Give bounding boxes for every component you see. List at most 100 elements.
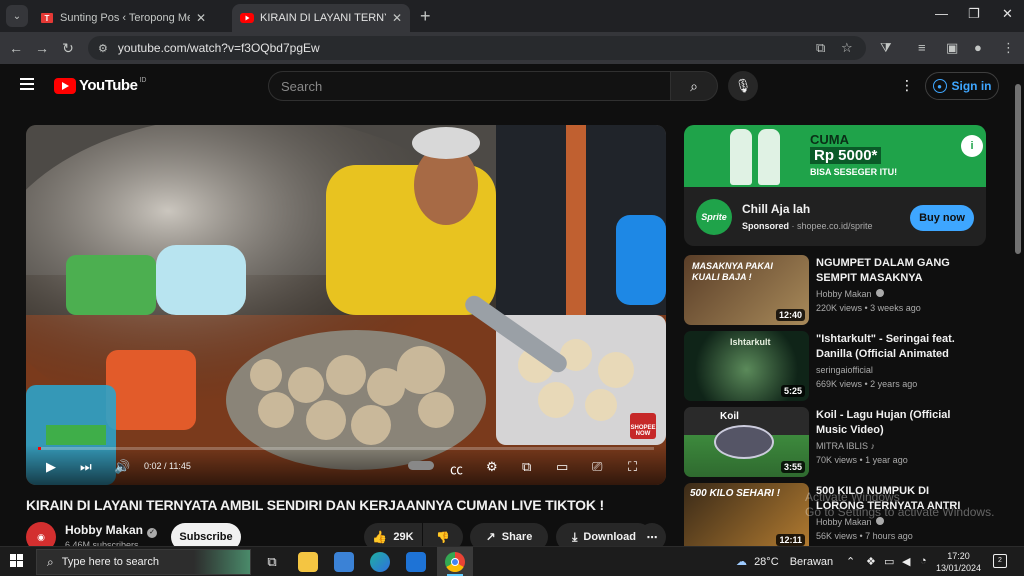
tray-app-icon[interactable]: ❖ bbox=[866, 555, 876, 568]
profile-icon[interactable]: ● bbox=[974, 40, 982, 55]
restore-icon[interactable]: ❐ bbox=[968, 6, 980, 22]
weather-condition: Berawan bbox=[789, 556, 834, 568]
url-text: youtube.com/watch?v=f3OQbd7pgEw bbox=[117, 41, 320, 55]
recommendation-item[interactable]: Koil 3:55 Koil - Lagu Hujan (Official Mu… bbox=[684, 407, 1004, 479]
progress-bar[interactable] bbox=[38, 447, 654, 450]
search-input[interactable]: Search bbox=[268, 71, 670, 101]
edge-browser-icon[interactable] bbox=[370, 552, 390, 572]
ad-info-icon[interactable]: i bbox=[961, 135, 983, 157]
settings-gear-icon[interactable]: ⚙ bbox=[486, 459, 498, 475]
tray-chevron-up-icon[interactable]: ⌃ bbox=[846, 555, 855, 568]
sprite-bottle-icon bbox=[730, 129, 752, 185]
buy-now-button[interactable]: Buy now bbox=[910, 205, 974, 231]
account-icon: ● bbox=[932, 79, 947, 93]
fullscreen-icon[interactable]: ⛶ bbox=[628, 459, 637, 475]
network-icon[interactable]: ◔ bbox=[920, 555, 927, 567]
voice-search-button[interactable]: 🎙 bbox=[728, 71, 758, 101]
ad-title: Chill Aja lah bbox=[742, 202, 811, 216]
taskbar-search-box[interactable]: ⌕ Type here to search bbox=[36, 549, 251, 575]
notification-center-icon[interactable]: 2 bbox=[993, 554, 1007, 568]
youtube-logo[interactable]: YouTube ID bbox=[54, 77, 146, 94]
battery-icon[interactable]: ▭ bbox=[884, 555, 894, 568]
captions-icon[interactable]: ㏄ bbox=[450, 459, 463, 478]
settings-kebab-icon[interactable]: ⋮ bbox=[900, 77, 914, 94]
search-button[interactable]: ⌕ bbox=[670, 71, 718, 101]
extensions-icon[interactable]: ⧩ bbox=[880, 40, 892, 56]
video-title: KIRAIN DI LAYANI TERNYATA AMBIL SENDIRI … bbox=[26, 497, 604, 513]
media-queue-icon[interactable]: ≡ bbox=[918, 40, 926, 55]
address-bar[interactable]: ⚙ youtube.com/watch?v=f3OQbd7pgEw ⧉ ☆ bbox=[88, 36, 866, 60]
bookmark-star-icon[interactable]: ☆ bbox=[841, 36, 853, 60]
browser-tab-strip: ⌄ T Sunting Pos ‹ Teropong Media — ✕ KIR… bbox=[0, 0, 1024, 32]
thumbs-up-icon: 👍 bbox=[372, 530, 388, 544]
search-highlight-image bbox=[194, 550, 250, 574]
like-count: 29K bbox=[393, 531, 414, 543]
reload-icon[interactable]: ↻ bbox=[55, 40, 81, 57]
page-scrollbar[interactable] bbox=[1012, 64, 1024, 546]
play-icon[interactable]: ▶ bbox=[46, 459, 56, 475]
volume-icon[interactable]: 🔊 bbox=[114, 459, 130, 475]
back-icon[interactable]: ← bbox=[3, 40, 29, 56]
close-window-icon[interactable]: ✕ bbox=[1002, 6, 1013, 22]
autoplay-toggle[interactable] bbox=[408, 461, 434, 470]
scrollbar-thumb[interactable] bbox=[1015, 84, 1021, 254]
task-view-icon[interactable]: ⧉ bbox=[262, 552, 282, 572]
system-clock[interactable]: 17:20 13/01/2024 bbox=[936, 550, 981, 574]
teropong-favicon-icon: T bbox=[41, 13, 53, 23]
minimize-icon[interactable]: — bbox=[935, 6, 948, 21]
recommendation-thumbnail[interactable]: 500 KILO SEHARI ! 12:11 bbox=[684, 483, 809, 546]
channel-name-row[interactable]: Hobby Makan ✓ bbox=[65, 523, 158, 538]
recommendation-item[interactable]: Ishtarkult 5:25 "Ishtarkult" - Seringai … bbox=[684, 331, 1004, 403]
close-tab-icon[interactable]: ✕ bbox=[392, 11, 402, 25]
browser-tab-2[interactable]: KIRAIN DI LAYANI TERNYATA AM ✕ bbox=[232, 4, 410, 32]
youtube-play-icon bbox=[54, 77, 76, 94]
next-icon[interactable]: ⏭ bbox=[80, 459, 92, 475]
video-duration: 5:25 bbox=[780, 385, 805, 397]
volume-tray-icon[interactable]: ◀ bbox=[902, 555, 910, 568]
forward-icon[interactable]: → bbox=[29, 40, 55, 56]
new-tab-icon[interactable]: + bbox=[420, 6, 431, 27]
cast-icon[interactable]: ⎚ bbox=[592, 459, 602, 475]
share-arrow-icon: ↗ bbox=[485, 530, 496, 544]
side-panel-icon[interactable]: ▣ bbox=[946, 40, 958, 56]
tab-search-button[interactable]: ⌄ bbox=[6, 5, 28, 27]
recommendation-channel: MITRA IBLIS ♪ bbox=[816, 441, 876, 451]
hamburger-menu-icon[interactable] bbox=[20, 78, 34, 90]
microsoft-store-icon[interactable] bbox=[334, 552, 354, 572]
recommendation-item[interactable]: MASAKNYA PAKAI KUALI BAJA ! 12:40 NGUMPE… bbox=[684, 255, 1004, 327]
share-label: Share bbox=[501, 531, 533, 543]
sponsored-ad-card[interactable]: CUMA Rp 5000* BISA SESEGER ITU! i Sprite… bbox=[684, 125, 986, 246]
miniplayer-icon[interactable]: ⧉ bbox=[522, 459, 531, 475]
video-duration: 12:11 bbox=[776, 534, 805, 546]
youtube-favicon-icon bbox=[240, 13, 254, 23]
taskbar-search-text: Type here to search bbox=[61, 556, 159, 568]
youtube-header: YouTube ID Search ⌕ 🎙 ⋮ ● Sign in bbox=[0, 64, 1024, 108]
browser-menu-icon[interactable]: ⋮ bbox=[1002, 40, 1015, 56]
chrome-taskbar-button[interactable] bbox=[437, 547, 473, 576]
browser-tab-1[interactable]: T Sunting Pos ‹ Teropong Media — ✕ bbox=[32, 4, 232, 32]
windows-start-icon[interactable] bbox=[10, 554, 24, 568]
weather-widget[interactable]: ☁ 28°C Berawan bbox=[736, 555, 833, 568]
recommendation-meta: 70K views • 1 year ago bbox=[816, 455, 908, 465]
verified-check-icon: ✓ bbox=[147, 528, 158, 538]
download-icon: ⤓ bbox=[572, 529, 578, 544]
cast-install-icon[interactable]: ⧉ bbox=[816, 36, 825, 60]
recommendation-thumbnail[interactable]: Koil 3:55 bbox=[684, 407, 809, 477]
mail-icon[interactable] bbox=[406, 552, 426, 572]
sign-in-button[interactable]: ● Sign in bbox=[925, 72, 999, 100]
theater-mode-icon[interactable]: ▭ bbox=[556, 459, 568, 475]
site-info-icon[interactable]: ⚙ bbox=[98, 42, 108, 55]
recommendation-thumbnail[interactable]: Ishtarkult 5:25 bbox=[684, 331, 809, 401]
file-explorer-icon[interactable] bbox=[298, 552, 318, 572]
recommendation-thumbnail[interactable]: MASAKNYA PAKAI KUALI BAJA ! 12:40 bbox=[684, 255, 809, 325]
search-icon: ⌕ bbox=[47, 554, 54, 569]
recommendation-title: Koil - Lagu Hujan (Official Music Video) bbox=[816, 409, 951, 436]
close-tab-icon[interactable]: ✕ bbox=[196, 11, 206, 25]
recommendation-channel: Hobby Makan bbox=[816, 289, 884, 299]
ad-banner[interactable]: CUMA Rp 5000* BISA SESEGER ITU! bbox=[684, 125, 986, 187]
recommendation-channel: seringaiofficial bbox=[816, 365, 873, 375]
video-player[interactable]: SHOPEE NOW ▶ ⏭ 🔊 0:02 / 11:45 ㏄ ⚙ ⧉ ▭ ⎚ … bbox=[26, 125, 666, 485]
avatar-logo-icon: ◉ bbox=[37, 531, 45, 542]
more-horizontal-icon: ⋯ bbox=[646, 531, 658, 544]
channel-name: Hobby Makan bbox=[65, 523, 144, 537]
